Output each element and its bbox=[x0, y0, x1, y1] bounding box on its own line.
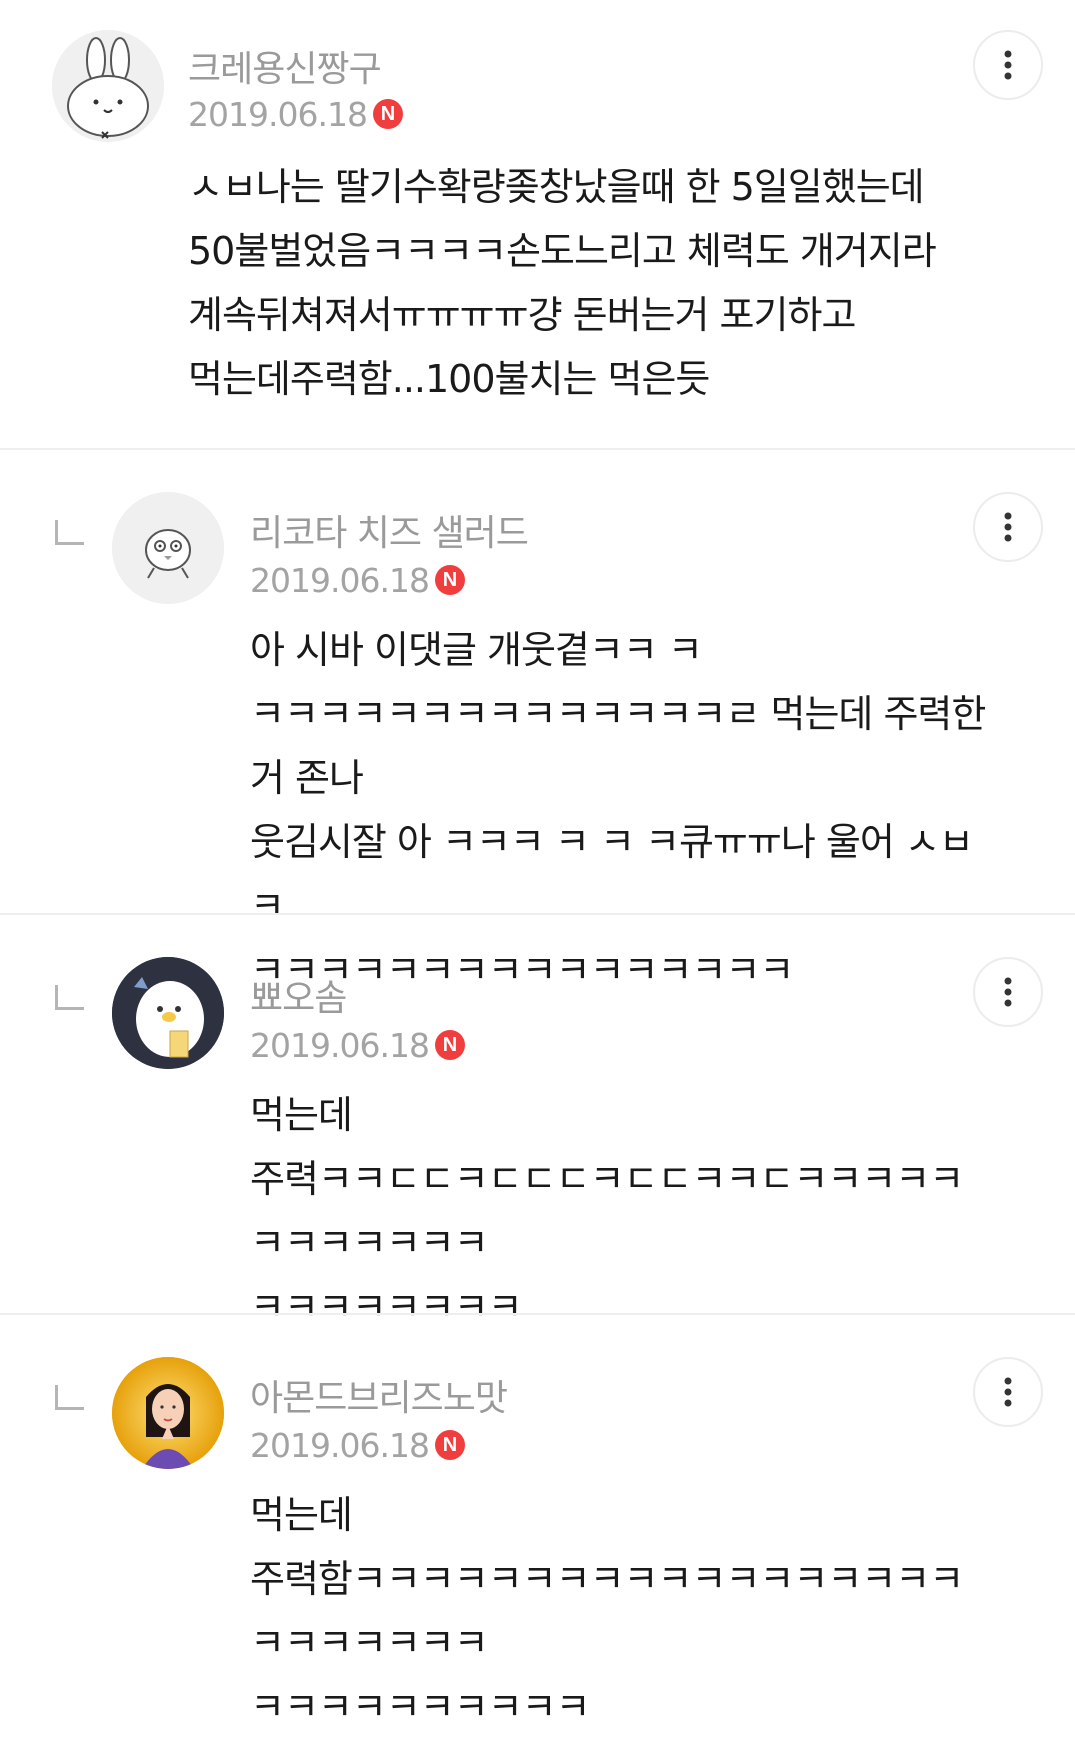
person-avatar-icon[interactable] bbox=[112, 1357, 224, 1469]
more-options-button[interactable] bbox=[973, 492, 1043, 562]
new-badge: N bbox=[434, 1430, 465, 1460]
new-badge: N bbox=[434, 565, 465, 595]
comment-meta: 2019.06.18 N bbox=[250, 1425, 465, 1465]
comment-text: ㅅㅂ나는 딸기수확량좆창났을때 한 5일일했는데 50불벌었음ㅋㅋㅋㅋ손도느리고… bbox=[188, 165, 937, 401]
comment-nickname[interactable]: 리코타 치즈 샐러드 bbox=[250, 504, 529, 556]
comment-nickname[interactable]: 아몬드브리즈노맛 bbox=[250, 1369, 508, 1421]
reply-item: 뾰오솜 2019.06.18 N 먹는데 주력ㅋㅋㄷㄷㅋㄷㄷㄷㅋㄷㄷㅋㅋㄷㅋㅋㅋ… bbox=[0, 915, 1075, 1329]
comment-meta: 2019.06.18 N bbox=[250, 1025, 465, 1065]
comment-item: 크레용신짱구 2019.06.18 N ㅅㅂ나는 딸기수확량좆창났을때 한 5일… bbox=[0, 0, 1075, 450]
penguin-avatar-icon[interactable] bbox=[112, 957, 224, 1069]
reply-indicator-icon bbox=[55, 1385, 84, 1410]
new-badge: N bbox=[434, 1030, 465, 1060]
comment-meta: 2019.06.18 N bbox=[188, 94, 403, 134]
comment-date: 2019.06.18 bbox=[250, 1425, 430, 1465]
reply-indicator-icon bbox=[55, 985, 84, 1010]
more-options-button[interactable] bbox=[973, 1357, 1043, 1427]
more-vertical-icon bbox=[1004, 1377, 1012, 1407]
comment-text: 먹는데 주력함ㅋㅋㅋㅋㅋㅋㅋㅋㅋㅋㅋㅋㅋㅋㅋㅋㅋㅋㅋㅋㅋㅋㅋㅋㅋ ㅋㅋㅋㅋㅋㅋㅋ… bbox=[250, 1493, 964, 1729]
bunny-avatar-icon[interactable] bbox=[52, 30, 164, 142]
more-options-button[interactable] bbox=[973, 30, 1043, 100]
comment-date: 2019.06.18 bbox=[188, 94, 368, 134]
comment-nickname[interactable]: 크레용신짱구 bbox=[188, 40, 382, 92]
reply-indicator-icon bbox=[55, 520, 84, 545]
chick-avatar-icon[interactable] bbox=[112, 492, 224, 604]
comment-date: 2019.06.18 bbox=[250, 1025, 430, 1065]
comment-text: 먹는데 주력ㅋㅋㄷㄷㅋㄷㄷㄷㅋㄷㄷㅋㅋㄷㅋㅋㅋㅋㅋㅋㅋㅋㅋㅋㅋㅋ ㅋㅋㅋㅋㅋㅋㅋ… bbox=[250, 1093, 964, 1329]
comment-meta: 2019.06.18 N bbox=[250, 560, 465, 600]
comment-date: 2019.06.18 bbox=[250, 560, 430, 600]
reply-item: 아몬드브리즈노맛 2019.06.18 N 먹는데 주력함ㅋㅋㅋㅋㅋㅋㅋㅋㅋㅋㅋ… bbox=[0, 1315, 1075, 1729]
comment-nickname[interactable]: 뾰오솜 bbox=[250, 969, 347, 1021]
new-badge: N bbox=[372, 99, 403, 129]
more-vertical-icon bbox=[1004, 50, 1012, 80]
reply-item: 리코타 치즈 샐러드 2019.06.18 N 아 시바 이댓글 개웃곁ㅋㅋ ㅋ… bbox=[0, 450, 1075, 992]
more-vertical-icon bbox=[1004, 512, 1012, 542]
more-vertical-icon bbox=[1004, 977, 1012, 1007]
more-options-button[interactable] bbox=[973, 957, 1043, 1027]
